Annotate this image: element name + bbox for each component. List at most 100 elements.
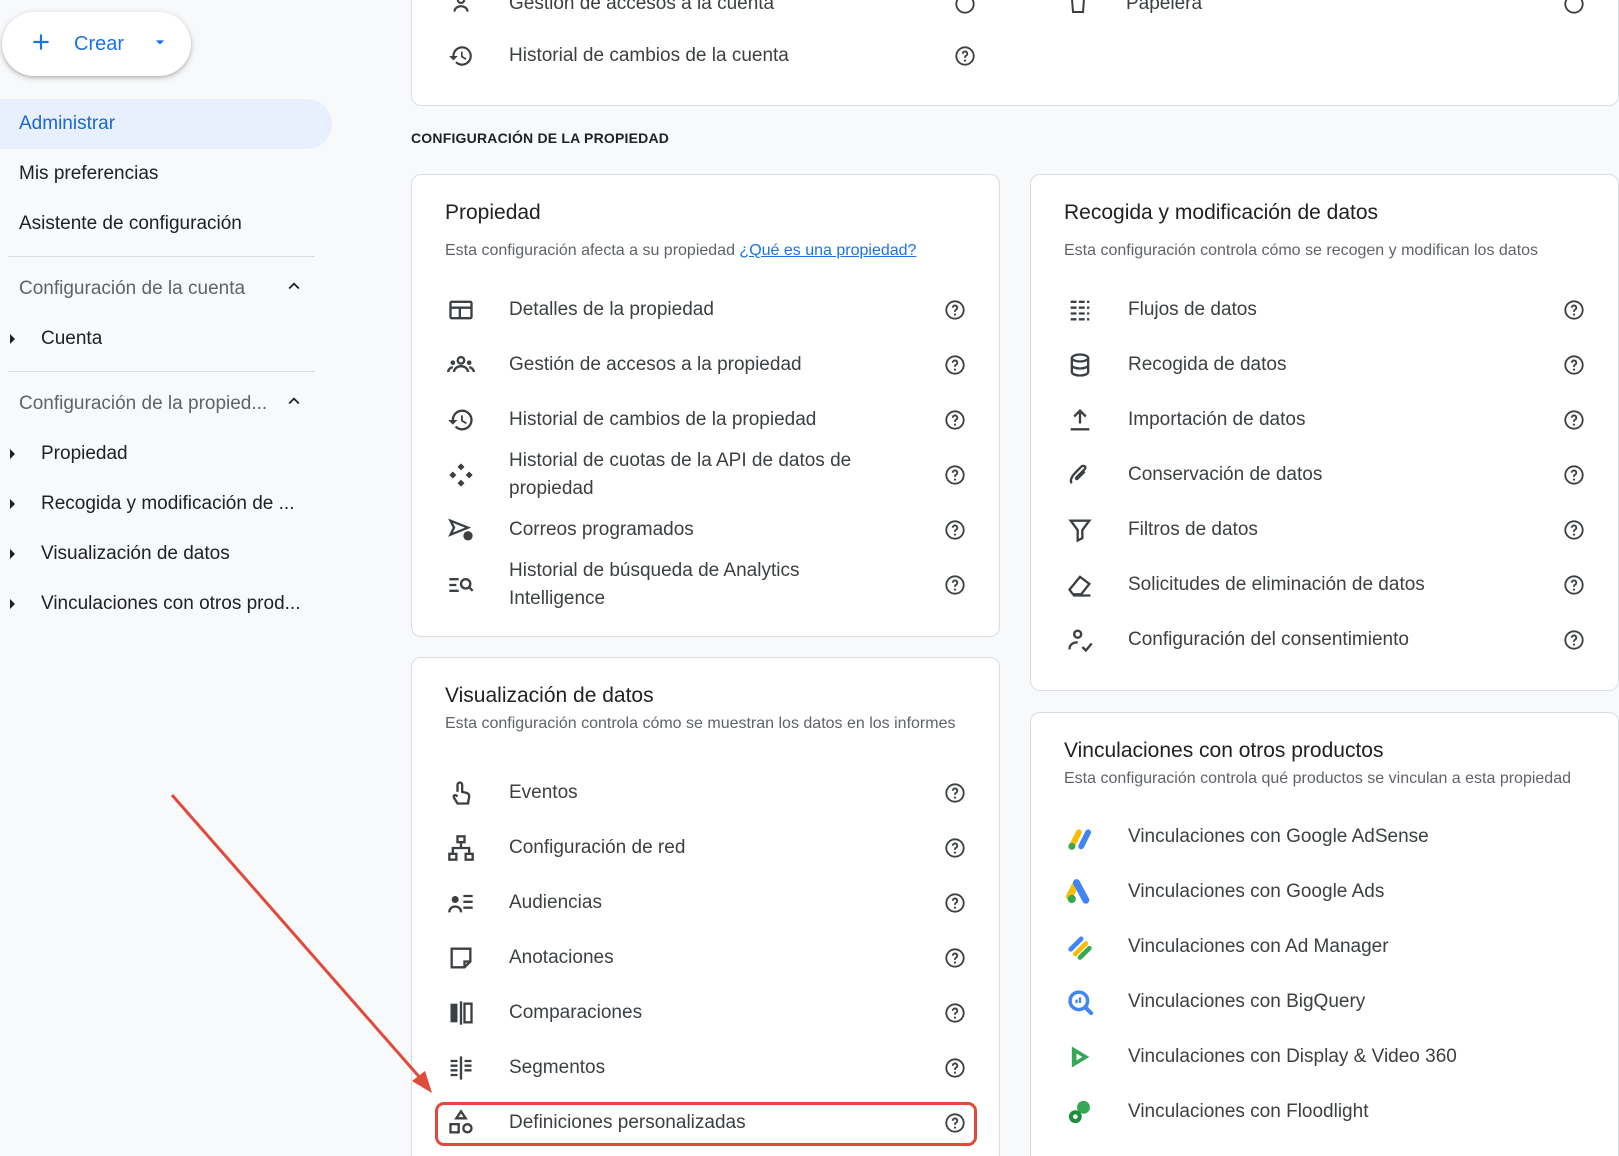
solicitudes-de-eliminacion-de-datos-row[interactable]: Solicitudes de eliminación de datos xyxy=(1031,557,1618,612)
segmentos-row[interactable]: Segmentos xyxy=(412,1040,999,1095)
property-desc-text: Esta configuración afecta a su propiedad xyxy=(445,242,735,259)
vinculaciones-con-bigquery-row[interactable]: Vinculaciones con BigQuery xyxy=(1031,974,1618,1029)
adsense-icon xyxy=(1064,821,1096,853)
comparaciones-row[interactable]: Comparaciones xyxy=(412,985,999,1040)
scheduled-mail-icon xyxy=(445,514,477,546)
help-icon[interactable] xyxy=(1562,298,1586,322)
correos-programados-label: Correos programados xyxy=(509,518,694,540)
people-icon xyxy=(445,0,477,20)
what-is-property-link[interactable]: ¿Qué es una propiedad? xyxy=(739,242,916,259)
nav-property-label: Propiedad xyxy=(41,443,128,464)
bigquery-icon xyxy=(1064,986,1096,1018)
filtros-de-datos-row[interactable]: Filtros de datos xyxy=(1031,502,1618,557)
conservacion-de-datos-row[interactable]: Conservación de datos xyxy=(1031,447,1618,502)
historial-de-cambios-de-la-propiedad-row[interactable]: Historial de cambios de la propiedad xyxy=(412,392,999,447)
help-icon[interactable] xyxy=(1562,463,1586,487)
detalles-de-la-propiedad-row[interactable]: Detalles de la propiedad xyxy=(412,282,999,337)
help-icon[interactable] xyxy=(943,1056,967,1080)
help-icon[interactable] xyxy=(943,836,967,860)
vinculaciones-con-floodlight-row[interactable]: Vinculaciones con Floodlight xyxy=(1031,1084,1618,1139)
audiencias-row[interactable]: Audiencias xyxy=(412,875,999,930)
audiencias-label: Audiencias xyxy=(509,891,602,913)
help-icon[interactable] xyxy=(1562,353,1586,377)
history-icon xyxy=(445,404,477,436)
nav-setup-assistant[interactable]: Asistente de configuración xyxy=(0,199,332,249)
historial-de-busqueda-de-analytics-intelligence-row[interactable]: Historial de búsqueda de Analytics Intel… xyxy=(412,557,999,612)
help-icon[interactable] xyxy=(953,0,977,16)
property-card: Propiedad Esta configuración afecta a su… xyxy=(411,174,1000,637)
expand-arrow-icon xyxy=(10,599,15,609)
recogida-de-datos-label: Recogida de datos xyxy=(1128,353,1287,375)
nav-preferences-label: Mis preferencias xyxy=(19,163,159,184)
help-icon[interactable] xyxy=(943,463,967,487)
dv360-icon xyxy=(1064,1041,1096,1073)
help-icon[interactable] xyxy=(1562,408,1586,432)
help-icon[interactable] xyxy=(943,353,967,377)
people-icon xyxy=(445,349,477,381)
help-icon[interactable] xyxy=(1562,573,1586,597)
property-section-label: Configuración de la propied... xyxy=(19,393,268,414)
nav-product-links[interactable]: Vinculaciones con otros prod... xyxy=(0,579,330,629)
vinculaciones-con-google-ads-row[interactable]: Vinculaciones con Google Ads xyxy=(1031,864,1618,919)
shapes-icon xyxy=(445,1107,477,1139)
nav-admin-label: Administrar xyxy=(19,113,116,134)
data-collection-card: Recogida y modificación de datos Esta co… xyxy=(1030,174,1619,691)
trash-row[interactable]: Papelera xyxy=(1029,0,1618,18)
nav-setup-label: Asistente de configuración xyxy=(19,213,242,234)
trash-icon xyxy=(1062,0,1094,20)
nav-property[interactable]: Propiedad xyxy=(0,429,332,479)
nav-admin[interactable]: Administrar xyxy=(0,99,332,149)
importacion-de-datos-row[interactable]: Importación de datos xyxy=(1031,392,1618,447)
account-history-row[interactable]: Historial de cambios de la cuenta xyxy=(412,36,1618,76)
gestion-de-accesos-a-la-propiedad-label: Gestión de accesos a la propiedad xyxy=(509,353,802,375)
vinculaciones-con-google-ads-label: Vinculaciones con Google Ads xyxy=(1128,880,1385,902)
help-icon[interactable] xyxy=(943,408,967,432)
property-settings-section[interactable]: Configuración de la propied... xyxy=(0,379,315,429)
property-card-desc: Esta configuración afecta a su propiedad… xyxy=(445,237,916,264)
create-button[interactable]: Crear xyxy=(2,12,191,76)
sidebar-divider xyxy=(8,256,315,257)
vinculaciones-con-ad-manager-row[interactable]: Vinculaciones con Ad Manager xyxy=(1031,919,1618,974)
gestion-de-accesos-a-la-propiedad-row[interactable]: Gestión de accesos a la propiedad xyxy=(412,337,999,392)
conservacion-de-datos-label: Conservación de datos xyxy=(1128,463,1323,485)
property-card-title: Propiedad xyxy=(445,201,541,224)
collection-card-desc: Esta configuración controla cómo se reco… xyxy=(1064,242,1539,259)
help-icon[interactable] xyxy=(1562,628,1586,652)
configuracion-del-consentimiento-row[interactable]: Configuración del consentimiento xyxy=(1031,612,1618,667)
help-icon[interactable] xyxy=(1562,518,1586,542)
help-icon[interactable] xyxy=(943,518,967,542)
product-links-card: Vinculaciones con otros productos Esta c… xyxy=(1030,712,1619,1156)
flujos-de-datos-row[interactable]: Flujos de datos xyxy=(1031,282,1618,337)
configuracion-de-red-row[interactable]: Configuración de red xyxy=(412,820,999,875)
help-icon[interactable] xyxy=(943,573,967,597)
nav-data-display-label: Visualización de datos xyxy=(41,543,230,564)
help-icon[interactable] xyxy=(943,1111,967,1135)
help-icon[interactable] xyxy=(943,891,967,915)
help-icon[interactable] xyxy=(1562,0,1586,16)
recogida-de-datos-row[interactable]: Recogida de datos xyxy=(1031,337,1618,392)
nav-account[interactable]: Cuenta xyxy=(0,314,332,364)
nav-data-collection[interactable]: Recogida y modificación de ... xyxy=(0,479,320,529)
data-display-card: Visualización de datos Esta configuració… xyxy=(411,657,1000,1156)
nav-data-display[interactable]: Visualización de datos xyxy=(0,529,332,579)
help-icon[interactable] xyxy=(943,1001,967,1025)
account-settings-section[interactable]: Configuración de la cuenta xyxy=(0,264,315,314)
help-icon[interactable] xyxy=(943,298,967,322)
create-label: Crear xyxy=(74,32,125,55)
segmentos-label: Segmentos xyxy=(509,1056,606,1078)
definiciones-personalizadas-row[interactable]: Definiciones personalizadas xyxy=(412,1095,999,1150)
vinculaciones-con-google-adsense-row[interactable]: Vinculaciones con Google AdSense xyxy=(1031,809,1618,864)
plus-icon xyxy=(2,29,82,60)
expand-arrow-icon xyxy=(10,449,15,459)
anotaciones-row[interactable]: Anotaciones xyxy=(412,930,999,985)
help-icon[interactable] xyxy=(943,946,967,970)
vinculaciones-con-bigquery-label: Vinculaciones con BigQuery xyxy=(1128,990,1366,1012)
vinculaciones-con-display-video-360-row[interactable]: Vinculaciones con Display & Video 360 xyxy=(1031,1029,1618,1084)
nav-preferences[interactable]: Mis preferencias xyxy=(0,149,332,199)
help-icon[interactable] xyxy=(953,44,977,68)
database-icon xyxy=(1064,349,1096,381)
eventos-row[interactable]: Eventos xyxy=(412,765,999,820)
help-icon[interactable] xyxy=(943,781,967,805)
correos-programados-row[interactable]: Correos programados xyxy=(412,502,999,557)
historial-de-cuotas-de-la-api-de-datos-de-propiedad-row[interactable]: Historial de cuotas de la API de datos d… xyxy=(412,447,999,502)
